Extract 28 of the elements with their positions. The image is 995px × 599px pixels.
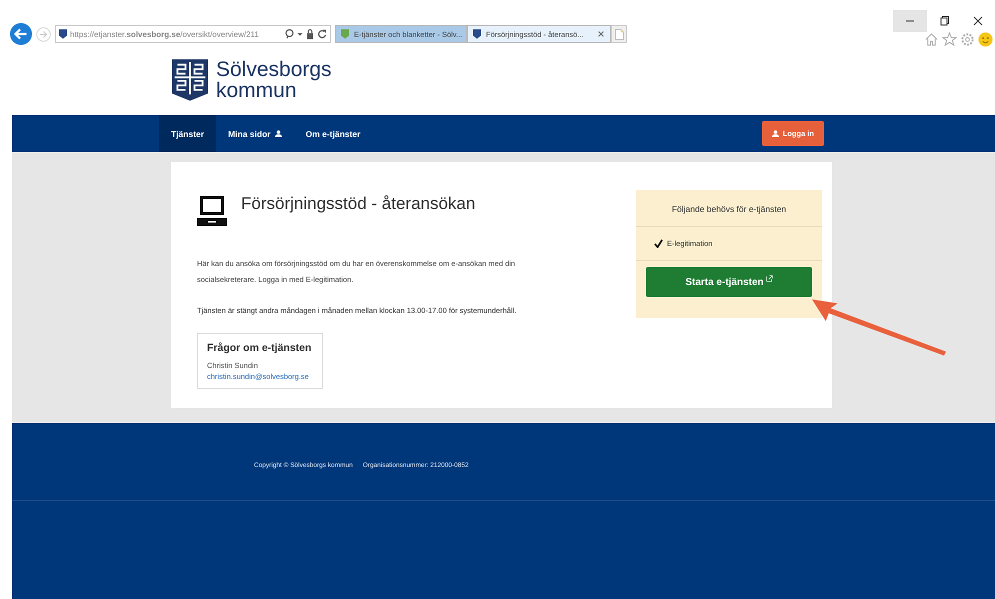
user-icon	[772, 130, 779, 137]
start-button[interactable]: Starta e-tjänsten	[646, 267, 812, 297]
star-icon[interactable]	[942, 32, 957, 47]
nav-item[interactable]: Mina sidor	[216, 115, 294, 152]
refresh-icon[interactable]	[318, 28, 327, 40]
laptop-icon	[197, 194, 227, 226]
shield-icon	[59, 29, 67, 39]
user-icon	[274, 130, 282, 137]
service-title: Försörjningsstöd - återansökan	[241, 194, 476, 214]
back-icon[interactable]	[10, 23, 32, 45]
home-icon[interactable]	[924, 32, 939, 47]
external-link-icon	[766, 274, 773, 282]
nav-item[interactable]: Tjänster	[159, 115, 216, 152]
contact-heading: Frågor om e-tjänsten	[207, 342, 312, 354]
logo-text: kommun	[216, 80, 297, 100]
shield-icon	[341, 29, 349, 39]
logo-icon	[172, 58, 208, 102]
lock-icon	[306, 28, 315, 40]
settings-icon[interactable]	[960, 32, 975, 47]
address-bar[interactable]: https://etjanster.solvesborg.se/oversikt/overview/211	[55, 25, 331, 43]
logo-text: Sölvesborgs	[216, 58, 332, 80]
page-icon	[614, 28, 624, 40]
close-icon[interactable]	[597, 30, 605, 38]
shield-icon	[473, 29, 481, 39]
nav-item[interactable]: Om e-tjänster	[294, 115, 372, 152]
smiley-icon[interactable]	[978, 32, 993, 47]
search-icon[interactable]	[285, 28, 294, 40]
requirements-heading: Följande behövs för e-tjänsten	[636, 190, 822, 227]
